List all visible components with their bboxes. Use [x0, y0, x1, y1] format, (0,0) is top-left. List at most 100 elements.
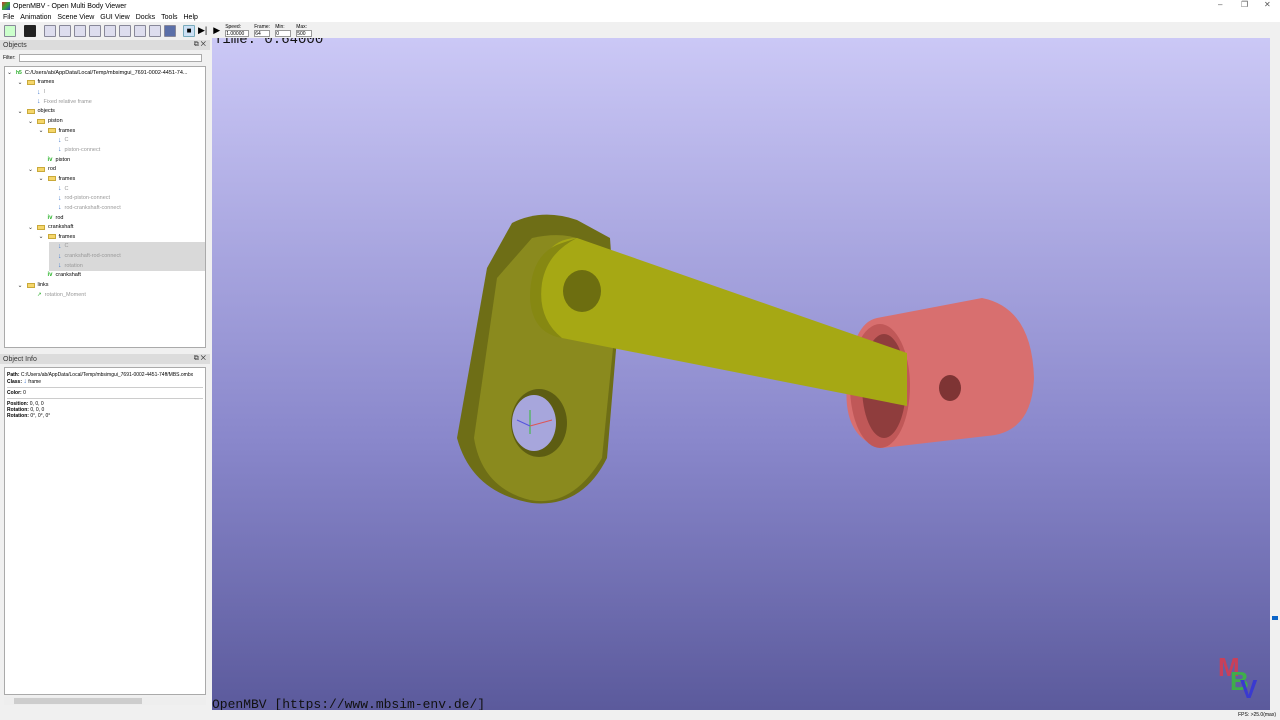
tree-item[interactable]: iv piston	[39, 155, 71, 165]
speed-input[interactable]	[225, 30, 250, 37]
frame-spinbox[interactable]	[254, 30, 271, 37]
app-icon	[2, 2, 10, 10]
expand-chevron-icon[interactable]: ⌄	[39, 127, 45, 134]
tree-item-label: crankshaft-rod-connect	[64, 253, 121, 260]
stop-icon[interactable]: ■	[183, 24, 195, 37]
expand-chevron-icon[interactable]: ⌄	[18, 108, 24, 115]
expand-chevron-icon[interactable]: ⌄	[28, 166, 34, 173]
frame-icon: ↓	[58, 185, 62, 193]
expand-chevron-icon[interactable]: ⌄	[28, 118, 34, 125]
tree-item[interactable]: iv crankshaft	[39, 271, 81, 281]
menu-gui-view[interactable]: GUI View	[100, 14, 129, 21]
window-title: OpenMBV - Open Multi Body Viewer	[13, 2, 127, 10]
tree-item[interactable]: ⌄ crankshaft	[28, 222, 73, 232]
folder-icon	[47, 128, 56, 134]
max-control: Max:	[296, 24, 313, 37]
view-iso-icon[interactable]	[134, 24, 146, 37]
restore-button[interactable]: ❐	[1241, 0, 1248, 9]
min-spinbox[interactable]	[275, 30, 292, 37]
expand-chevron-icon[interactable]: ⌄	[28, 224, 34, 231]
tree-item[interactable]: ⌄ h5 C:/Users/ab/AppData/Local/Temp/mbsimg…	[7, 68, 188, 78]
scrollbar-thumb[interactable]	[1272, 616, 1278, 620]
tree-item[interactable]: ⌄ frames	[18, 78, 55, 88]
tree-item-label: frames	[58, 233, 76, 240]
frame-icon: ↓	[58, 262, 62, 270]
max-spinbox[interactable]	[296, 30, 313, 37]
tree-item[interactable]: ↓ C	[49, 184, 68, 194]
expand-chevron-icon[interactable]: ⌄	[39, 233, 45, 240]
minimize-button[interactable]: –	[1218, 0, 1222, 9]
menu-tools[interactable]: Tools	[161, 14, 177, 21]
vertical-scrollbar[interactable]	[1270, 38, 1280, 710]
view-bottom-icon[interactable]	[59, 24, 71, 37]
tree-item-label: crankshaft	[48, 224, 74, 231]
tree-item-label: crankshaft	[55, 272, 81, 279]
3d-viewport[interactable]: Time: 0.64000 OpenMBV [https://www.mbsim…	[212, 38, 1270, 710]
play-icon[interactable]: ▶	[213, 25, 220, 36]
tree-item[interactable]: ↓ I	[28, 87, 45, 97]
dock-float-close-buttons[interactable]: ⧉ ✕	[194, 41, 206, 49]
last-frame-icon[interactable]: ▶|	[198, 25, 207, 36]
path-value: C:/Users/ab/AppData/Local/Temp/mbsimgui_…	[20, 372, 194, 378]
frame-icon: ↓	[58, 194, 62, 202]
tree-item[interactable]: ↓ rod-crankshaft-connect	[49, 203, 121, 213]
folder-icon	[47, 176, 56, 182]
tree-item[interactable]: ↗ rotation_Moment	[28, 290, 86, 300]
tree-item-label: piston	[55, 156, 71, 163]
folder-icon	[47, 234, 56, 240]
tree-item-label: C	[64, 185, 69, 192]
view-dimetric-icon[interactable]	[149, 24, 161, 37]
view-right-icon[interactable]	[104, 24, 116, 37]
horizontal-scrollbar[interactable]	[4, 697, 206, 705]
menu-docks[interactable]: Docks	[136, 14, 155, 21]
tree-item[interactable]: ↓ rotation	[49, 261, 205, 271]
expand-chevron-icon[interactable]: ⌄	[18, 282, 24, 289]
tree-item[interactable]: iv rod	[39, 213, 64, 223]
tree-item[interactable]: ⌄ links	[18, 280, 49, 290]
iv-icon: iv	[47, 156, 53, 163]
class-value: frame	[28, 379, 42, 385]
tree-item[interactable]: ⌄ objects	[18, 107, 55, 117]
view-front-icon[interactable]	[74, 24, 86, 37]
close-button[interactable]: ✕	[1264, 0, 1271, 9]
view-back-icon[interactable]	[89, 24, 101, 37]
tree-item[interactable]: ↓ C	[49, 241, 205, 252]
tree-item[interactable]: ⌄ frames	[39, 126, 76, 136]
menu-animation[interactable]: Animation	[20, 14, 51, 21]
tree-item[interactable]: ↓ piston-connect	[49, 145, 100, 155]
expand-chevron-icon[interactable]: ⌄	[18, 79, 24, 86]
view-left-icon[interactable]	[119, 24, 131, 37]
tree-item-label: C:/Users/ab/AppData/Local/Temp/mbsimgui_…	[24, 69, 188, 76]
expand-chevron-icon[interactable]: ⌄	[7, 69, 13, 76]
tree-item[interactable]: ↓ C	[49, 136, 68, 146]
menu-scene-view[interactable]: Scene View	[57, 14, 94, 21]
folder-icon	[37, 118, 45, 124]
tree-item[interactable]: ↓ rod-piston-connect	[49, 193, 110, 203]
tree-item[interactable]: ↓ Fixed relative frame	[28, 97, 92, 107]
arrow-icon: ↗	[37, 291, 42, 298]
tree-item[interactable]: ⌄ piston	[28, 116, 63, 126]
view-top-icon[interactable]	[44, 24, 56, 37]
tree-item-label: C	[64, 137, 69, 144]
xml-h5-icon[interactable]	[4, 24, 16, 37]
screenshot-icon[interactable]	[24, 24, 36, 37]
scrollbar-thumb[interactable]	[14, 698, 142, 704]
menu-file[interactable]: File	[3, 14, 14, 21]
menu-help[interactable]: Help	[184, 14, 198, 21]
frame-icon: ↓	[58, 146, 62, 154]
url-watermark: OpenMBV [https://www.mbsim-env.de/]	[212, 697, 486, 710]
iv-icon: iv	[47, 272, 53, 279]
fps-display: FPS: >25.0(max)	[1238, 712, 1276, 718]
tree-item-label: I	[43, 89, 46, 96]
tree-item[interactable]: ⌄ frames	[39, 174, 76, 184]
tree-item[interactable]: ↓ crankshaft-rod-connect	[49, 251, 205, 261]
tree-item-label: rod-piston-connect	[64, 195, 111, 202]
object-tree[interactable]: ⌄ h5 C:/Users/ab/AppData/Local/Temp/mbsimg…	[4, 66, 206, 348]
tree-item[interactable]: ⌄ frames	[39, 232, 76, 242]
expand-chevron-icon[interactable]: ⌄	[39, 175, 45, 182]
filter-input[interactable]	[18, 54, 202, 62]
dock-float-close-buttons[interactable]: ⧉ ✕	[194, 355, 206, 363]
tree-item[interactable]: ⌄ rod	[28, 165, 56, 175]
background-icon[interactable]	[164, 24, 176, 37]
tree-item-label: frames	[37, 79, 55, 86]
